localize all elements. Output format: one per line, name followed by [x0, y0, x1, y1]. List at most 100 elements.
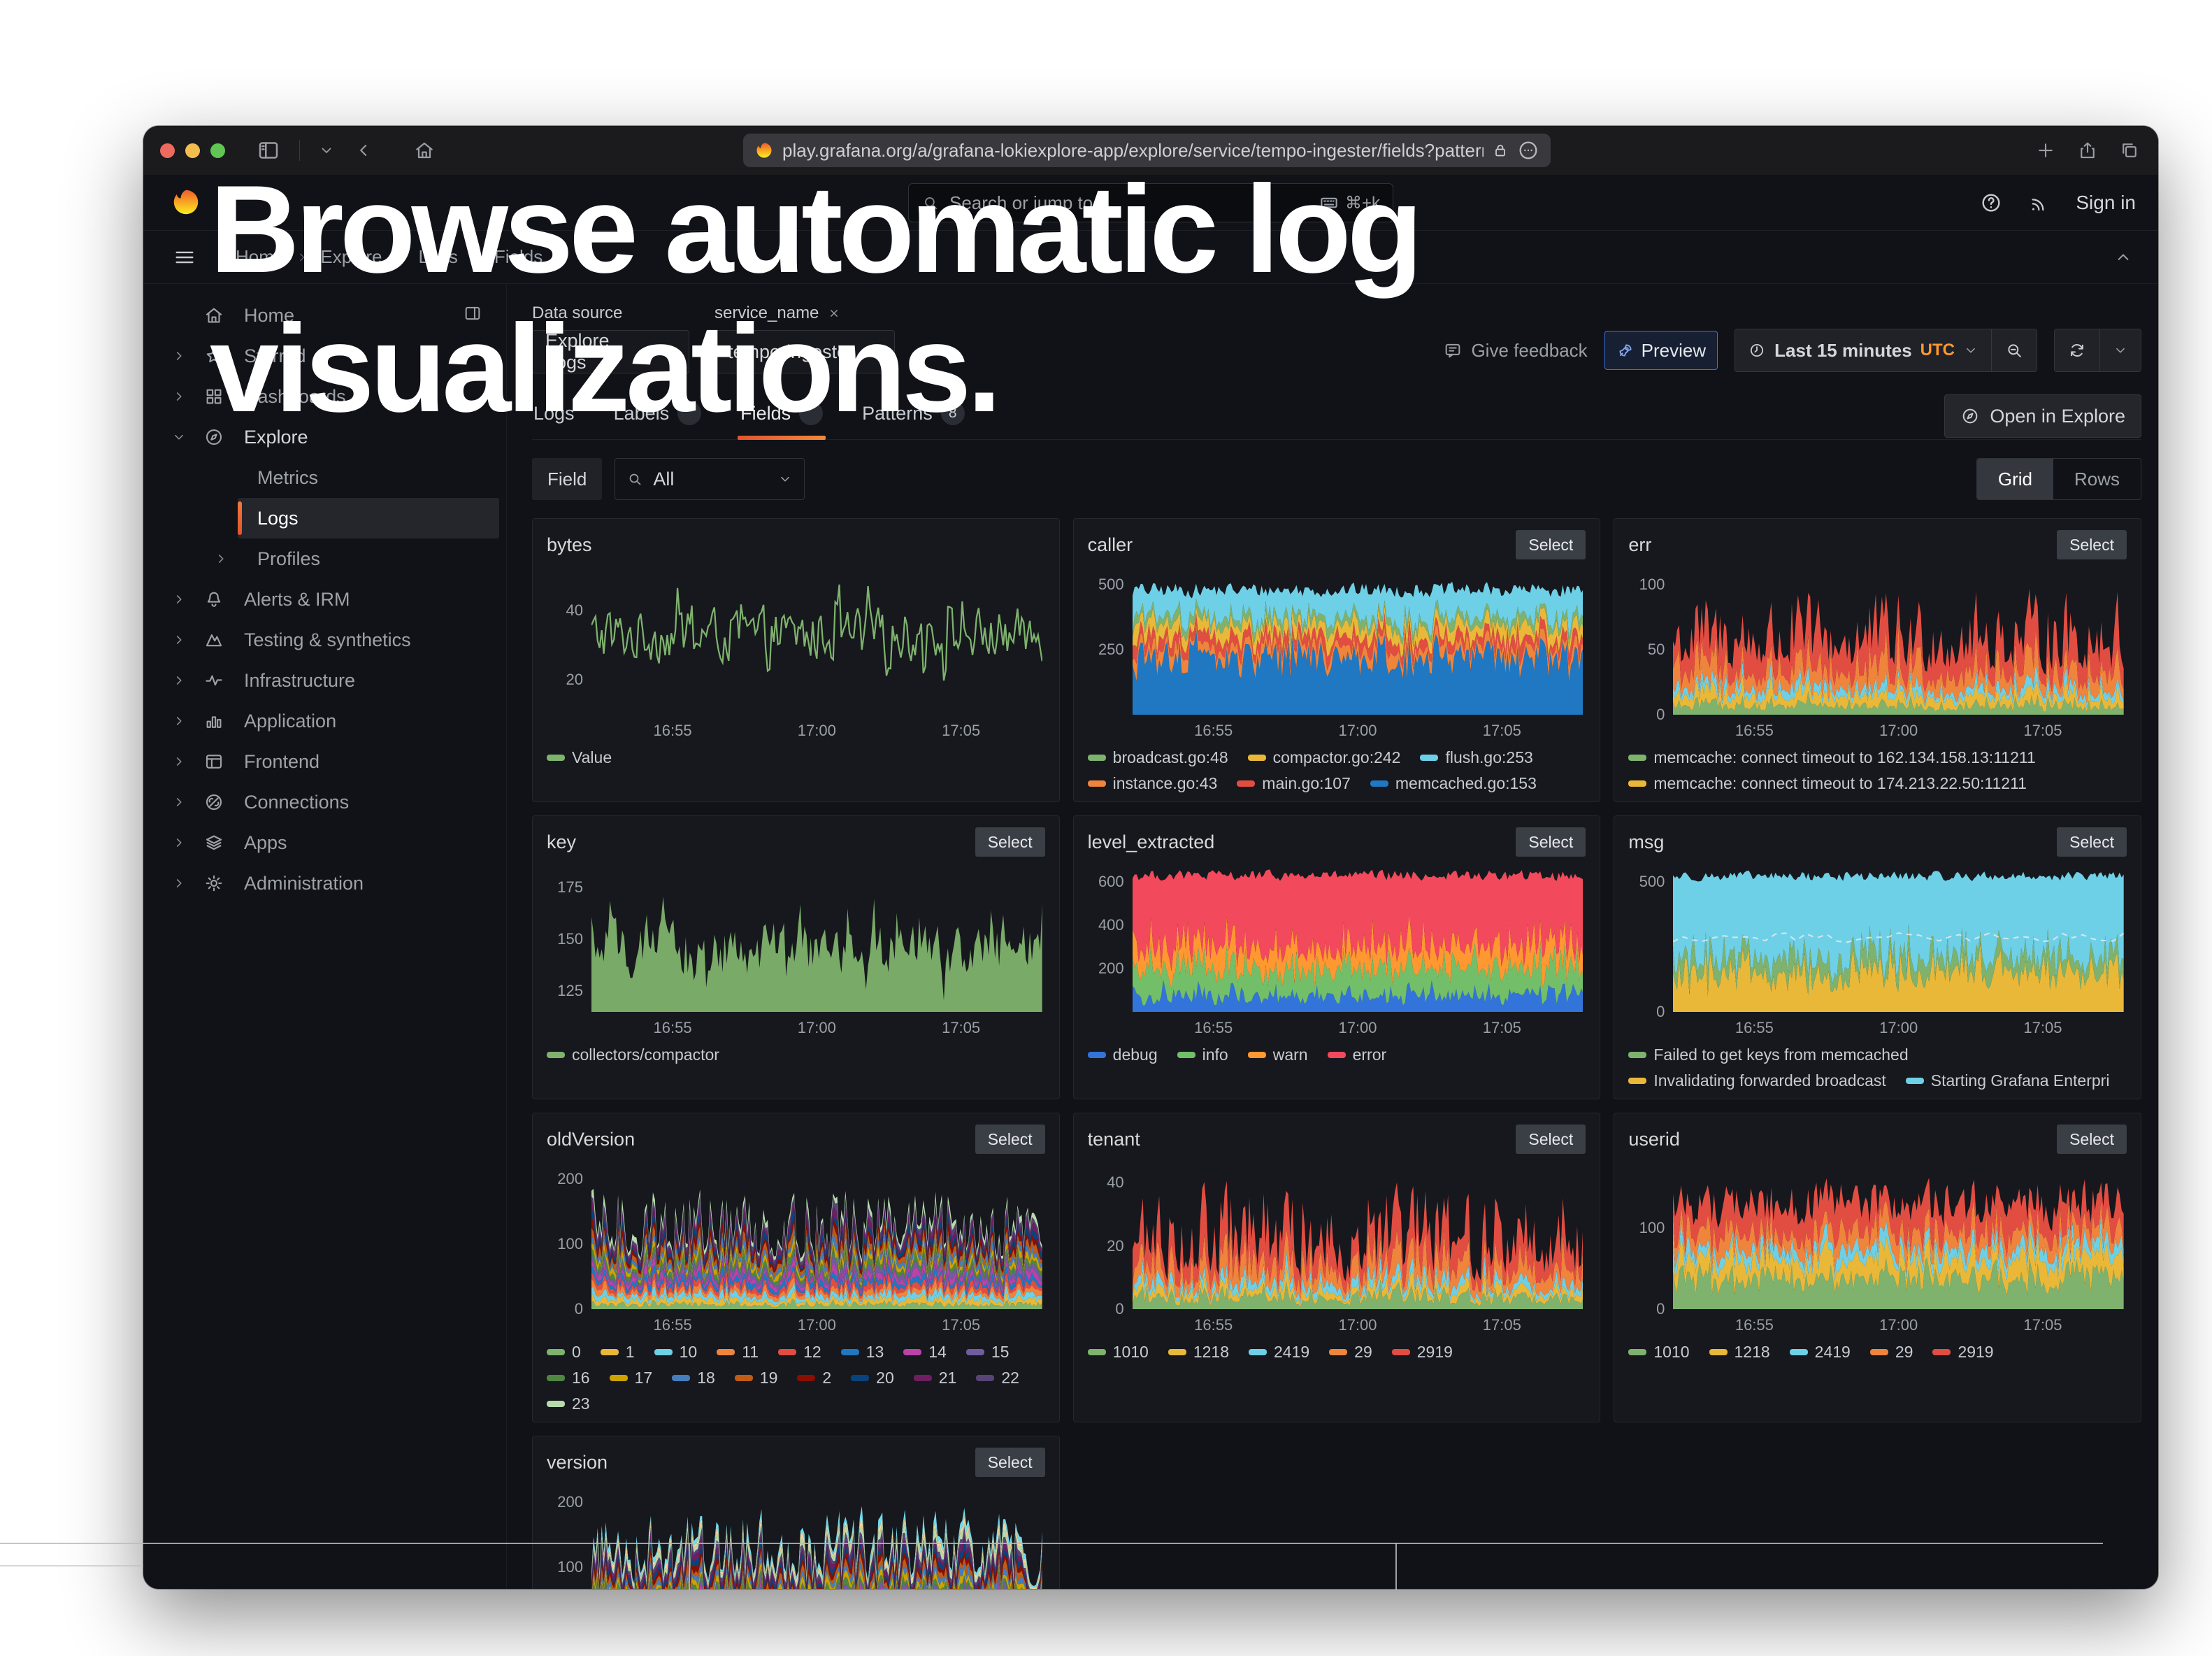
legend-item[interactable]: 29 [1870, 1343, 1913, 1362]
legend-item[interactable]: 2419 [1249, 1343, 1309, 1362]
legend-item[interactable]: 1010 [1088, 1343, 1149, 1362]
legend-item[interactable]: 22 [976, 1369, 1019, 1387]
share-icon[interactable] [2077, 140, 2098, 161]
select-button[interactable]: Select [2057, 1125, 2127, 1154]
legend-item[interactable]: debug [1088, 1045, 1158, 1064]
legend-item[interactable]: Value [547, 748, 612, 767]
legend-item[interactable]: compactor.go:242 [1248, 748, 1401, 767]
chart-msg[interactable]: 500016:5517:0017:05 [1628, 862, 2127, 1040]
legend-item[interactable]: 16 [547, 1369, 590, 1387]
minimize-window-button[interactable] [185, 143, 200, 158]
legend-item[interactable]: 1218 [1168, 1343, 1229, 1362]
plot-area[interactable] [1673, 1164, 2124, 1309]
sidebar-item-testing-synthetics[interactable]: Testing & synthetics [143, 620, 506, 660]
chart-key[interactable]: 17515012516:5517:0017:05 [547, 862, 1045, 1040]
browser-home-icon[interactable] [413, 139, 436, 162]
select-button[interactable]: Select [2057, 827, 2127, 857]
plot-area[interactable] [591, 866, 1042, 1012]
legend-item[interactable]: 2919 [1392, 1343, 1453, 1362]
legend-item[interactable]: 1 [601, 1343, 635, 1362]
zoom-out-time-button[interactable] [1991, 329, 2037, 371]
chart-err[interactable]: 10050016:5517:0017:05 [1628, 565, 2127, 743]
legend-item[interactable]: memcache: connect timeout to 162.134.158… [1628, 748, 2035, 767]
legend-item[interactable]: broadcast.go:48 [1088, 748, 1228, 767]
chart-level-extracted[interactable]: 60040020016:5517:0017:05 [1088, 862, 1586, 1040]
legend-item[interactable]: 0 [547, 1343, 581, 1362]
open-in-explore-button[interactable]: Open in Explore [1944, 394, 2141, 438]
plot-area[interactable] [1673, 569, 2124, 715]
preview-button[interactable]: Preview [1604, 331, 1718, 370]
chart-tenant[interactable]: 4020016:5517:0017:05 [1088, 1159, 1586, 1337]
chart-oldversion[interactable]: 200100016:5517:0017:05 [547, 1159, 1045, 1337]
plot-area[interactable] [1133, 866, 1583, 1012]
legend-item[interactable]: warn [1248, 1045, 1308, 1064]
sidebar-item-frontend[interactable]: Frontend [143, 741, 506, 782]
select-button[interactable]: Select [1516, 530, 1586, 559]
legend-item[interactable]: 29 [1329, 1343, 1372, 1362]
sign-in-link[interactable]: Sign in [2076, 192, 2136, 214]
new-tab-icon[interactable] [2035, 140, 2056, 161]
zoom-window-button[interactable] [210, 143, 225, 158]
tab-overview-chevron-icon[interactable] [318, 142, 335, 159]
time-range-button[interactable]: Last 15 minutes UTC [1735, 329, 1991, 371]
sidebar-item-connections[interactable]: Connections [143, 782, 506, 822]
sidebar-item-apps[interactable]: Apps [143, 822, 506, 863]
legend-item[interactable]: 23 [547, 1394, 590, 1413]
select-button[interactable]: Select [975, 827, 1045, 857]
select-button[interactable]: Select [1516, 1125, 1586, 1154]
legend-item[interactable]: 21 [914, 1369, 957, 1387]
legend-item[interactable]: Invalidating forwarded broadcast [1628, 1071, 1886, 1090]
sidebar-item-logs[interactable]: Logs [238, 498, 499, 538]
grid-view-option[interactable]: Grid [1977, 459, 2053, 499]
url-more-icon[interactable] [1517, 139, 1539, 162]
select-button[interactable]: Select [2057, 530, 2127, 559]
legend-item[interactable]: collectors/compactor [547, 1045, 719, 1064]
sidebar-item-alerts-irm[interactable]: Alerts & IRM [143, 579, 506, 620]
legend-item[interactable]: 12 [778, 1343, 821, 1362]
back-icon[interactable] [353, 140, 374, 161]
legend-item[interactable]: 17 [610, 1369, 653, 1387]
select-button[interactable]: Select [975, 1125, 1045, 1154]
legend-item[interactable]: memcache: connect timeout to 174.213.22.… [1628, 774, 2027, 793]
plot-area[interactable] [591, 1164, 1042, 1309]
legend-item[interactable]: 2 [797, 1369, 831, 1387]
legend-item[interactable]: main.go:107 [1237, 774, 1351, 793]
legend-item[interactable]: 15 [966, 1343, 1010, 1362]
chart-version[interactable]: 200100016:5517:0017:05 [547, 1483, 1045, 1589]
sidebar-item-application[interactable]: Application [143, 701, 506, 741]
sidebar-item-infrastructure[interactable]: Infrastructure [143, 660, 506, 701]
close-window-button[interactable] [160, 143, 175, 158]
sidebar-item-administration[interactable]: Administration [143, 863, 506, 904]
legend-item[interactable]: 1218 [1709, 1343, 1770, 1362]
chart-caller[interactable]: 50025016:5517:0017:05 [1088, 565, 1586, 743]
sidebar-item-profiles[interactable]: Profiles [143, 538, 506, 579]
legend-item[interactable]: 1010 [1628, 1343, 1689, 1362]
chart-bytes[interactable]: 402016:5517:0017:05 [547, 565, 1045, 743]
legend-item[interactable]: Starting Grafana Enterpri [1906, 1071, 2110, 1090]
give-feedback-link[interactable]: Give feedback [1443, 340, 1587, 362]
refresh-interval-button[interactable] [2099, 329, 2141, 371]
sidebar-item-metrics[interactable]: Metrics [143, 457, 506, 498]
select-button[interactable]: Select [1516, 827, 1586, 857]
legend-item[interactable]: 13 [841, 1343, 884, 1362]
legend-item[interactable]: 10 [654, 1343, 698, 1362]
legend-item[interactable]: Failed to get keys from memcached [1628, 1045, 1908, 1064]
legend-item[interactable]: instance.go:43 [1088, 774, 1218, 793]
mega-menu-icon[interactable] [173, 245, 196, 269]
plot-area[interactable] [1133, 569, 1583, 715]
legend-item[interactable]: flush.go:253 [1420, 748, 1532, 767]
plot-area[interactable] [1133, 1164, 1583, 1309]
help-icon[interactable] [1979, 191, 2003, 215]
refresh-button[interactable] [2055, 329, 2099, 371]
grafana-logo[interactable] [170, 186, 202, 218]
legend-item[interactable]: 2419 [1790, 1343, 1851, 1362]
legend-item[interactable]: 11 [717, 1343, 759, 1362]
legend-item[interactable]: error [1328, 1045, 1387, 1064]
rows-view-option[interactable]: Rows [2053, 459, 2141, 499]
tab-copy-icon[interactable] [2119, 140, 2140, 161]
field-search-select[interactable]: All [615, 458, 805, 500]
legend-item[interactable]: 20 [851, 1369, 894, 1387]
legend-item[interactable]: 19 [735, 1369, 778, 1387]
plot-area[interactable] [591, 569, 1042, 715]
legend-item[interactable]: info [1177, 1045, 1228, 1064]
